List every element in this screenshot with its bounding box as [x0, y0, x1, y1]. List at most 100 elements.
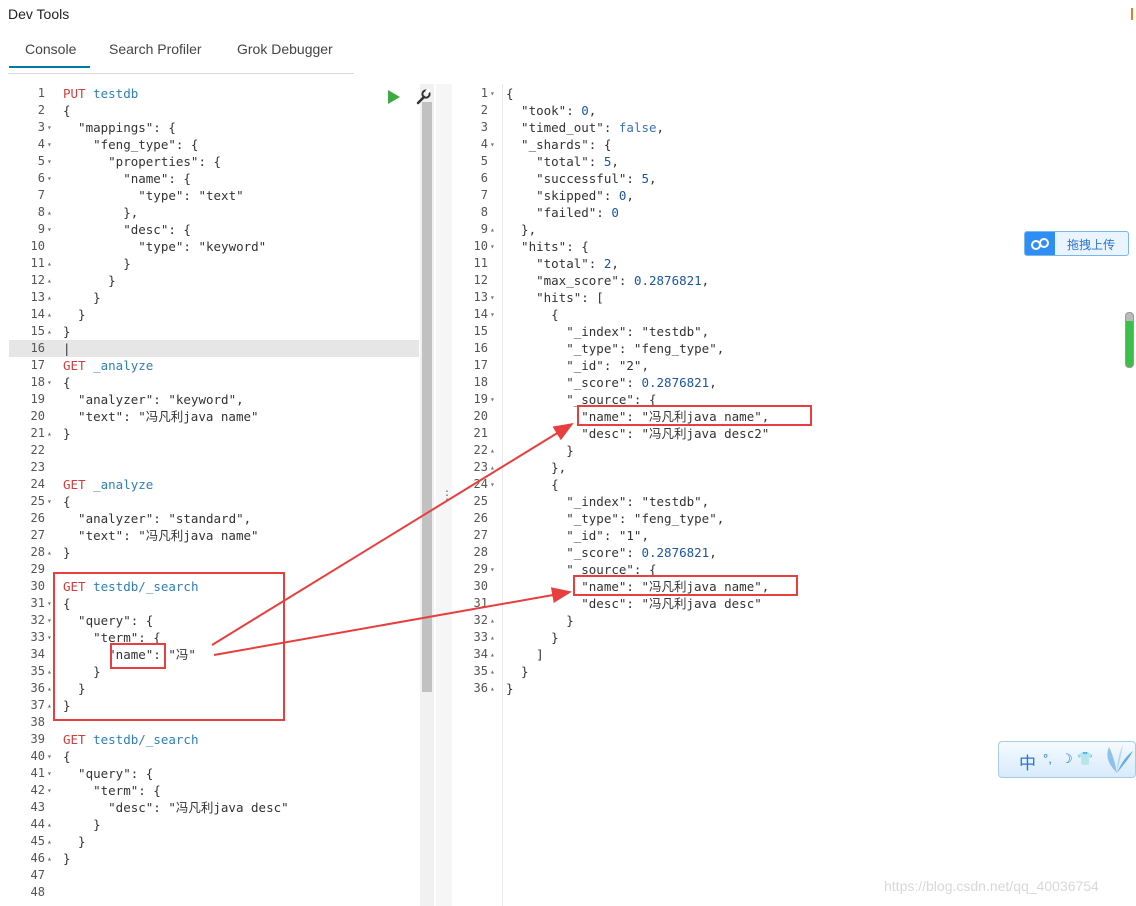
code-text: "text": "冯凡利java name"	[63, 408, 259, 425]
code-token: "_id": "1",	[506, 528, 649, 543]
fold-collapse-icon[interactable]: ▾	[490, 476, 500, 493]
code-line: 14 ▾ {	[452, 306, 1136, 323]
code-line: 36 ▴}	[452, 680, 1136, 697]
tab-grok-debugger[interactable]: Grok Debugger	[237, 41, 333, 57]
code-token: "failed":	[506, 205, 612, 220]
code-token: 0.2876821	[641, 375, 710, 390]
run-request-button[interactable]	[388, 90, 400, 104]
fold-end-icon[interactable]: ▴	[47, 255, 57, 272]
tab-search-profiler[interactable]: Search Profiler	[109, 41, 202, 57]
code-text: "query": {	[63, 765, 153, 782]
fold-collapse-icon[interactable]: ▾	[47, 221, 57, 238]
request-editor[interactable]: 1 PUT testdb 2{3 ▾ "mappings": {4 ▾ "feng_ty…	[9, 84, 434, 906]
line-number: 6	[37, 171, 45, 185]
wrench-icon[interactable]	[414, 88, 432, 106]
fold-collapse-icon[interactable]: ▾	[47, 153, 57, 170]
line-number: 35	[30, 664, 45, 678]
side-scroll-indicator[interactable]	[1125, 312, 1134, 368]
fold-end-icon[interactable]: ▴	[490, 646, 500, 663]
code-line: 13 ▴ }	[9, 289, 419, 306]
fold-collapse-icon[interactable]: ▾	[47, 374, 57, 391]
code-text: "hits": {	[506, 238, 589, 255]
code-text: }	[63, 306, 86, 323]
fold-collapse-icon[interactable]: ▾	[47, 493, 57, 510]
fold-collapse-icon[interactable]: ▾	[490, 136, 500, 153]
fold-collapse-icon[interactable]: ▾	[490, 289, 500, 306]
fold-end-icon[interactable]: ▴	[47, 289, 57, 306]
fold-collapse-icon[interactable]: ▾	[47, 765, 57, 782]
line-number: 48	[30, 885, 45, 899]
code-line: 9 ▾ "desc": {	[9, 221, 419, 238]
code-line: 1 PUT testdb	[9, 85, 419, 102]
code-line: 1 ▾ {	[452, 85, 1136, 102]
code-token: "query": {	[63, 766, 154, 781]
fold-collapse-icon[interactable]: ▾	[47, 748, 57, 765]
fold-end-icon[interactable]: ▴	[490, 612, 500, 629]
fold-end-icon[interactable]: ▴	[490, 629, 500, 646]
fold-end-icon[interactable]: ▴	[490, 442, 500, 459]
line-number: 38	[30, 715, 45, 729]
fold-end-icon[interactable]: ▴	[490, 663, 500, 680]
ime-moon-icon[interactable]: ☽	[1061, 751, 1073, 767]
line-number: 27	[473, 528, 488, 542]
code-line: 42 ▾ "term": {	[9, 782, 419, 799]
fold-collapse-icon[interactable]: ▾	[47, 119, 57, 136]
fold-collapse-icon[interactable]: ▾	[47, 782, 57, 799]
line-number: 42	[30, 783, 45, 797]
code-token: ,	[588, 103, 597, 118]
code-token: }	[63, 324, 71, 339]
fold-collapse-icon[interactable]: ▾	[490, 85, 500, 102]
code-token: {	[63, 375, 71, 390]
tab-console[interactable]: Console	[9, 41, 91, 68]
line-number: 1	[37, 86, 45, 100]
ime-toolbar[interactable]: 中 °, ☽ 👕	[998, 741, 1136, 778]
fold-end-icon[interactable]: ▴	[47, 833, 57, 850]
code-token: }	[63, 273, 116, 288]
fold-collapse-icon[interactable]: ▾	[490, 561, 500, 578]
fold-end-icon[interactable]: ▴	[490, 680, 500, 697]
code-text: GET testdb/_search	[63, 731, 198, 748]
fold-end-icon[interactable]: ▴	[490, 221, 500, 238]
pane-resizer[interactable]: ⋮	[436, 84, 453, 906]
line-number: 31	[30, 596, 45, 610]
fold-end-icon[interactable]: ▴	[47, 544, 57, 561]
scrollbar-thumb[interactable]	[422, 102, 432, 692]
ime-punctuation-icon[interactable]: °,	[1043, 751, 1052, 766]
ime-skin-icon[interactable]: 👕	[1077, 751, 1093, 767]
editor-scrollbar[interactable]	[420, 84, 434, 906]
fold-collapse-icon[interactable]: ▾	[490, 238, 500, 255]
code-token: "analyzer": "keyword",	[63, 392, 244, 407]
fold-end-icon[interactable]: ▴	[47, 323, 57, 340]
drag-upload-button[interactable]: 拖拽上传	[1024, 231, 1129, 256]
ime-language-indicator[interactable]: 中	[1019, 749, 1036, 774]
code-token: ,	[611, 256, 619, 271]
code-token: 0.2876821	[633, 273, 702, 288]
code-line: 7 "skipped": 0,	[452, 187, 1136, 204]
fold-end-icon[interactable]: ▴	[47, 272, 57, 289]
code-token: "_index": "testdb",	[506, 494, 710, 509]
code-line: 28 ▴}	[9, 544, 419, 561]
code-token: "_type": "feng_type",	[506, 511, 725, 526]
code-text: "took": 0,	[506, 102, 596, 119]
fold-end-icon[interactable]: ▴	[47, 425, 57, 442]
code-text: ]	[506, 646, 544, 663]
fold-end-icon[interactable]: ▴	[47, 204, 57, 221]
code-text: "hits": [	[506, 289, 604, 306]
fold-collapse-icon[interactable]: ▾	[490, 306, 500, 323]
code-line: 26 "_type": "feng_type",	[452, 510, 1136, 527]
code-text: {	[506, 85, 514, 102]
fold-collapse-icon[interactable]: ▾	[47, 136, 57, 153]
fold-collapse-icon[interactable]: ▾	[47, 170, 57, 187]
fold-end-icon[interactable]: ▴	[47, 816, 57, 833]
code-token: "took":	[506, 103, 582, 118]
line-number: 17	[473, 358, 488, 372]
code-line: 31 "desc": "冯凡利java desc"	[452, 595, 1136, 612]
line-number: 23	[30, 460, 45, 474]
fold-end-icon[interactable]: ▴	[47, 850, 57, 867]
code-token: }	[506, 681, 514, 696]
code-text: GET _analyze	[63, 357, 153, 374]
fold-collapse-icon[interactable]: ▾	[490, 391, 500, 408]
fold-end-icon[interactable]: ▴	[47, 306, 57, 323]
fold-end-icon[interactable]: ▴	[490, 459, 500, 476]
